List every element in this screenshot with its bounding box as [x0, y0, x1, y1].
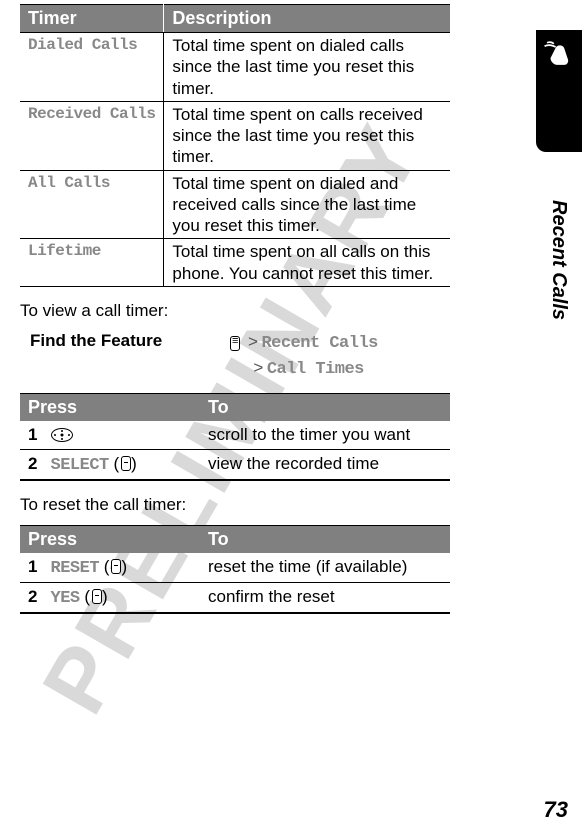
step-action: confirm the reset [200, 582, 450, 613]
timer-name: Lifetime [20, 239, 164, 287]
find-feature-row: Find the Feature >Recent Calls >Call Tim… [30, 331, 532, 381]
find-feature-label: Find the Feature [30, 331, 230, 381]
press-header-col2: To [200, 393, 450, 421]
press-header-col2: To [200, 525, 450, 553]
nav-key-icon [51, 428, 73, 442]
timer-name: All Calls [20, 170, 164, 239]
intro-reset-text: To reset the call timer: [20, 495, 532, 515]
step-number: 2 [20, 449, 43, 480]
timer-header-col2: Description [164, 5, 450, 33]
page-number: 73 [544, 797, 568, 823]
table-row: Dialed Calls Total time spent on dialed … [20, 33, 450, 102]
table-row: Lifetime Total time spent on all calls o… [20, 239, 450, 287]
feature-path2: Call Times [267, 360, 364, 379]
table-row: 1 RESET () reset the time (if available) [20, 553, 450, 583]
softkey-label: SELECT [51, 456, 109, 475]
step-key [43, 421, 200, 450]
timer-name: Dialed Calls [20, 33, 164, 102]
soft-key-icon [121, 456, 131, 471]
timer-name: Received Calls [20, 101, 164, 170]
step-key: RESET () [43, 553, 200, 583]
step-number: 1 [20, 553, 43, 583]
timer-desc: Total time spent on dialed calls since t… [164, 33, 450, 102]
step-number: 1 [20, 421, 43, 450]
timer-desc: Total time spent on dialed and received … [164, 170, 450, 239]
softkey-label: YES [51, 589, 80, 608]
table-row: 1 scroll to the timer you want [20, 421, 450, 450]
softkey-label: RESET [51, 559, 100, 578]
table-row: 2 YES () confirm the reset [20, 582, 450, 613]
press-header-col1: Press [20, 393, 200, 421]
feature-path1: Recent Calls [261, 334, 377, 353]
step-action: scroll to the timer you want [200, 421, 450, 450]
timer-header-col1: Timer [20, 5, 164, 33]
press-table-reset: Press To 1 RESET () reset the time (if a… [20, 525, 450, 614]
table-row: All Calls Total time spent on dialed and… [20, 170, 450, 239]
table-row: 2 SELECT () view the recorded time [20, 449, 450, 480]
press-table-view: Press To 1 scroll to the timer you want … [20, 393, 450, 481]
step-key: SELECT () [43, 449, 200, 480]
step-key: YES () [43, 582, 200, 613]
table-row: Received Calls Total time spent on calls… [20, 101, 450, 170]
intro-view-text: To view a call timer: [20, 301, 532, 321]
step-action: view the recorded time [200, 449, 450, 480]
find-feature-path: >Recent Calls >Call Times [230, 331, 378, 381]
timer-desc: Total time spent on calls received since… [164, 101, 450, 170]
soft-key-icon [92, 589, 102, 604]
step-number: 2 [20, 582, 43, 613]
menu-icon [230, 335, 240, 357]
timer-desc: Total time spent on all calls on this ph… [164, 239, 450, 287]
timer-table: Timer Description Dialed Calls Total tim… [20, 4, 450, 287]
step-action: reset the time (if available) [200, 553, 450, 583]
soft-key-icon [111, 559, 121, 574]
press-header-col1: Press [20, 525, 200, 553]
